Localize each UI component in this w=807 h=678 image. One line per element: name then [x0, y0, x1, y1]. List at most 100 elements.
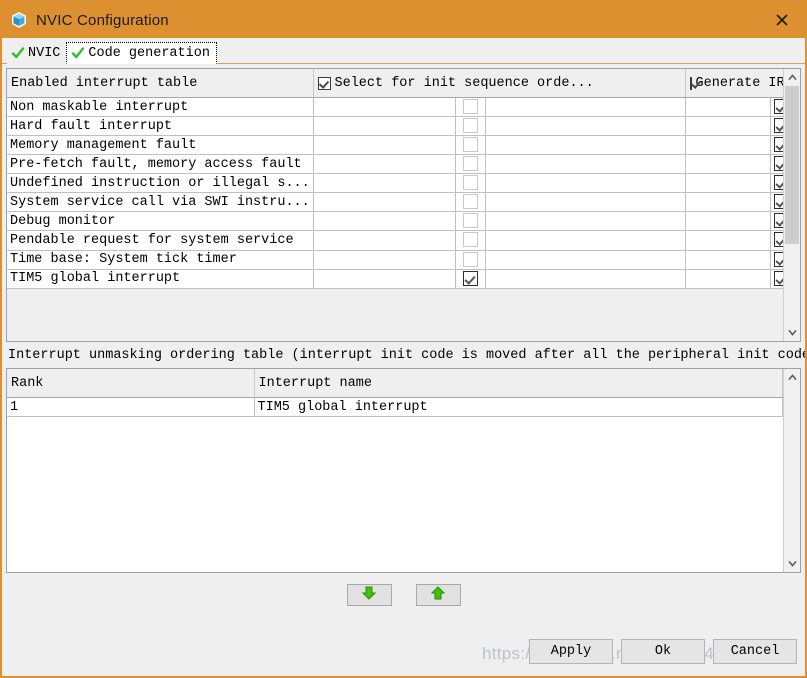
- spacer-cell: [313, 192, 456, 213]
- init-sequence-checkbox[interactable]: [462, 175, 478, 191]
- init-sequence-checkbox-cell[interactable]: [455, 173, 486, 194]
- move-down-button[interactable]: [346, 584, 392, 606]
- close-icon[interactable]: [759, 2, 805, 38]
- table-row[interactable]: TIM5 global interrupt: [7, 269, 783, 289]
- select-all-irq-checkbox[interactable]: [689, 76, 692, 90]
- apply-button[interactable]: Apply: [529, 639, 613, 664]
- init-sequence-checkbox[interactable]: [462, 251, 478, 267]
- spacer-cell: [485, 211, 686, 232]
- column-header-irq[interactable]: Generate IRQ han...: [685, 69, 783, 98]
- init-sequence-checkbox[interactable]: [462, 137, 478, 153]
- spacer-cell: [685, 135, 771, 156]
- enabled-table-scrollbar[interactable]: [783, 69, 800, 341]
- table-row[interactable]: Undefined instruction or illegal s...: [7, 173, 783, 194]
- interrupt-name-cell: Pre-fetch fault, memory access fault: [7, 154, 314, 175]
- init-sequence-checkbox[interactable]: [462, 194, 478, 210]
- irq-handler-checkbox-cell[interactable]: [770, 97, 783, 118]
- table-header-row: Enabled interrupt table Select for init …: [7, 69, 783, 98]
- scroll-down-icon[interactable]: [784, 555, 801, 572]
- init-sequence-checkbox-cell[interactable]: [455, 230, 486, 251]
- scroll-up-icon[interactable]: [784, 369, 801, 386]
- spacer-cell: [485, 269, 686, 289]
- irq-handler-checkbox-cell[interactable]: [770, 230, 783, 251]
- move-up-button[interactable]: [415, 584, 461, 606]
- irq-handler-checkbox-cell[interactable]: [770, 211, 783, 232]
- interrupt-name-cell: Pendable request for system service: [7, 230, 314, 251]
- spacer-cell: [485, 173, 686, 194]
- irq-handler-checkbox[interactable]: [773, 137, 783, 153]
- enabled-interrupt-table-body: Non maskable interrupt Hard fault interru…: [7, 97, 783, 289]
- irq-handler-checkbox-cell[interactable]: [770, 116, 783, 137]
- init-sequence-checkbox[interactable]: [462, 99, 478, 114]
- init-sequence-checkbox-cell[interactable]: [455, 269, 486, 289]
- irq-handler-checkbox[interactable]: [773, 251, 783, 267]
- nvic-configuration-window: NVIC Configuration NVIC Code generation …: [0, 0, 807, 678]
- table-row[interactable]: Time base: System tick timer: [7, 250, 783, 270]
- ok-button[interactable]: Ok: [621, 639, 705, 664]
- init-sequence-checkbox[interactable]: [462, 270, 478, 286]
- table-row[interactable]: 1 TIM5 global interrupt: [7, 397, 783, 417]
- scroll-up-icon[interactable]: [784, 69, 801, 86]
- tab-nvic-label: NVIC: [28, 45, 61, 61]
- init-sequence-checkbox[interactable]: [462, 156, 478, 172]
- irq-handler-checkbox-cell[interactable]: [770, 154, 783, 175]
- table-row[interactable]: Non maskable interrupt: [7, 97, 783, 118]
- irq-handler-checkbox[interactable]: [773, 194, 783, 210]
- spacer-cell: [685, 192, 771, 213]
- enabled-interrupt-table: Enabled interrupt table Select for init …: [7, 69, 783, 289]
- irq-handler-checkbox[interactable]: [773, 156, 783, 172]
- init-sequence-checkbox[interactable]: [462, 232, 478, 248]
- init-sequence-checkbox-cell[interactable]: [455, 211, 486, 232]
- init-sequence-checkbox-cell[interactable]: [455, 250, 486, 270]
- irq-handler-checkbox[interactable]: [773, 118, 783, 134]
- table-row[interactable]: Debug monitor: [7, 211, 783, 232]
- spacer-cell: [485, 135, 686, 156]
- table-row[interactable]: System service call via SWI instru...: [7, 192, 783, 213]
- irq-handler-checkbox-cell[interactable]: [770, 269, 783, 289]
- init-sequence-checkbox[interactable]: [462, 118, 478, 134]
- enabled-interrupt-table-panel: Enabled interrupt table Select for init …: [6, 68, 801, 342]
- tab-strip: NVIC Code generation: [2, 38, 805, 64]
- table-row[interactable]: Memory management fault: [7, 135, 783, 156]
- scroll-down-icon[interactable]: [784, 324, 801, 341]
- column-header-init[interactable]: Select for init sequence orde...: [313, 69, 686, 98]
- column-header-interrupt-name[interactable]: Interrupt name: [254, 369, 783, 398]
- scroll-thumb[interactable]: [784, 86, 799, 244]
- init-sequence-checkbox[interactable]: [462, 213, 478, 229]
- irq-handler-checkbox-cell[interactable]: [770, 173, 783, 194]
- spacer-cell: [485, 97, 686, 118]
- spacer-cell: [313, 250, 456, 270]
- tab-nvic[interactable]: NVIC: [7, 42, 67, 64]
- cube-icon: [10, 11, 28, 29]
- spacer-cell: [313, 116, 456, 137]
- irq-handler-checkbox[interactable]: [773, 175, 783, 191]
- irq-handler-checkbox-cell[interactable]: [770, 135, 783, 156]
- ordering-table-panel: Rank Interrupt name 1 TIM5 global interru…: [6, 368, 801, 573]
- select-all-init-checkbox[interactable]: [317, 76, 331, 90]
- column-header-name[interactable]: Enabled interrupt table: [7, 69, 314, 98]
- scroll-track[interactable]: [784, 386, 801, 555]
- init-sequence-checkbox-cell[interactable]: [455, 135, 486, 156]
- irq-handler-checkbox-cell[interactable]: [770, 250, 783, 270]
- table-row[interactable]: Hard fault interrupt: [7, 116, 783, 137]
- irq-handler-checkbox[interactable]: [773, 270, 783, 286]
- ordering-table-scrollbar[interactable]: [783, 369, 800, 572]
- column-header-rank[interactable]: Rank: [7, 369, 255, 398]
- tab-code-generation[interactable]: Code generation: [66, 42, 217, 64]
- irq-handler-checkbox[interactable]: [773, 232, 783, 248]
- irq-handler-checkbox-cell[interactable]: [770, 192, 783, 213]
- scroll-track[interactable]: [784, 86, 801, 324]
- interrupt-name-cell: Non maskable interrupt: [7, 97, 314, 118]
- spacer-cell: [485, 192, 686, 213]
- table-row[interactable]: Pre-fetch fault, memory access fault: [7, 154, 783, 175]
- irq-handler-checkbox[interactable]: [773, 99, 783, 114]
- cancel-button[interactable]: Cancel: [713, 639, 797, 664]
- init-sequence-checkbox-cell[interactable]: [455, 97, 486, 118]
- init-sequence-checkbox-cell[interactable]: [455, 154, 486, 175]
- irq-handler-checkbox[interactable]: [773, 213, 783, 229]
- green-check-icon: [11, 46, 25, 60]
- init-sequence-checkbox-cell[interactable]: [455, 116, 486, 137]
- spacer-cell: [685, 154, 771, 175]
- table-row[interactable]: Pendable request for system service: [7, 230, 783, 251]
- init-sequence-checkbox-cell[interactable]: [455, 192, 486, 213]
